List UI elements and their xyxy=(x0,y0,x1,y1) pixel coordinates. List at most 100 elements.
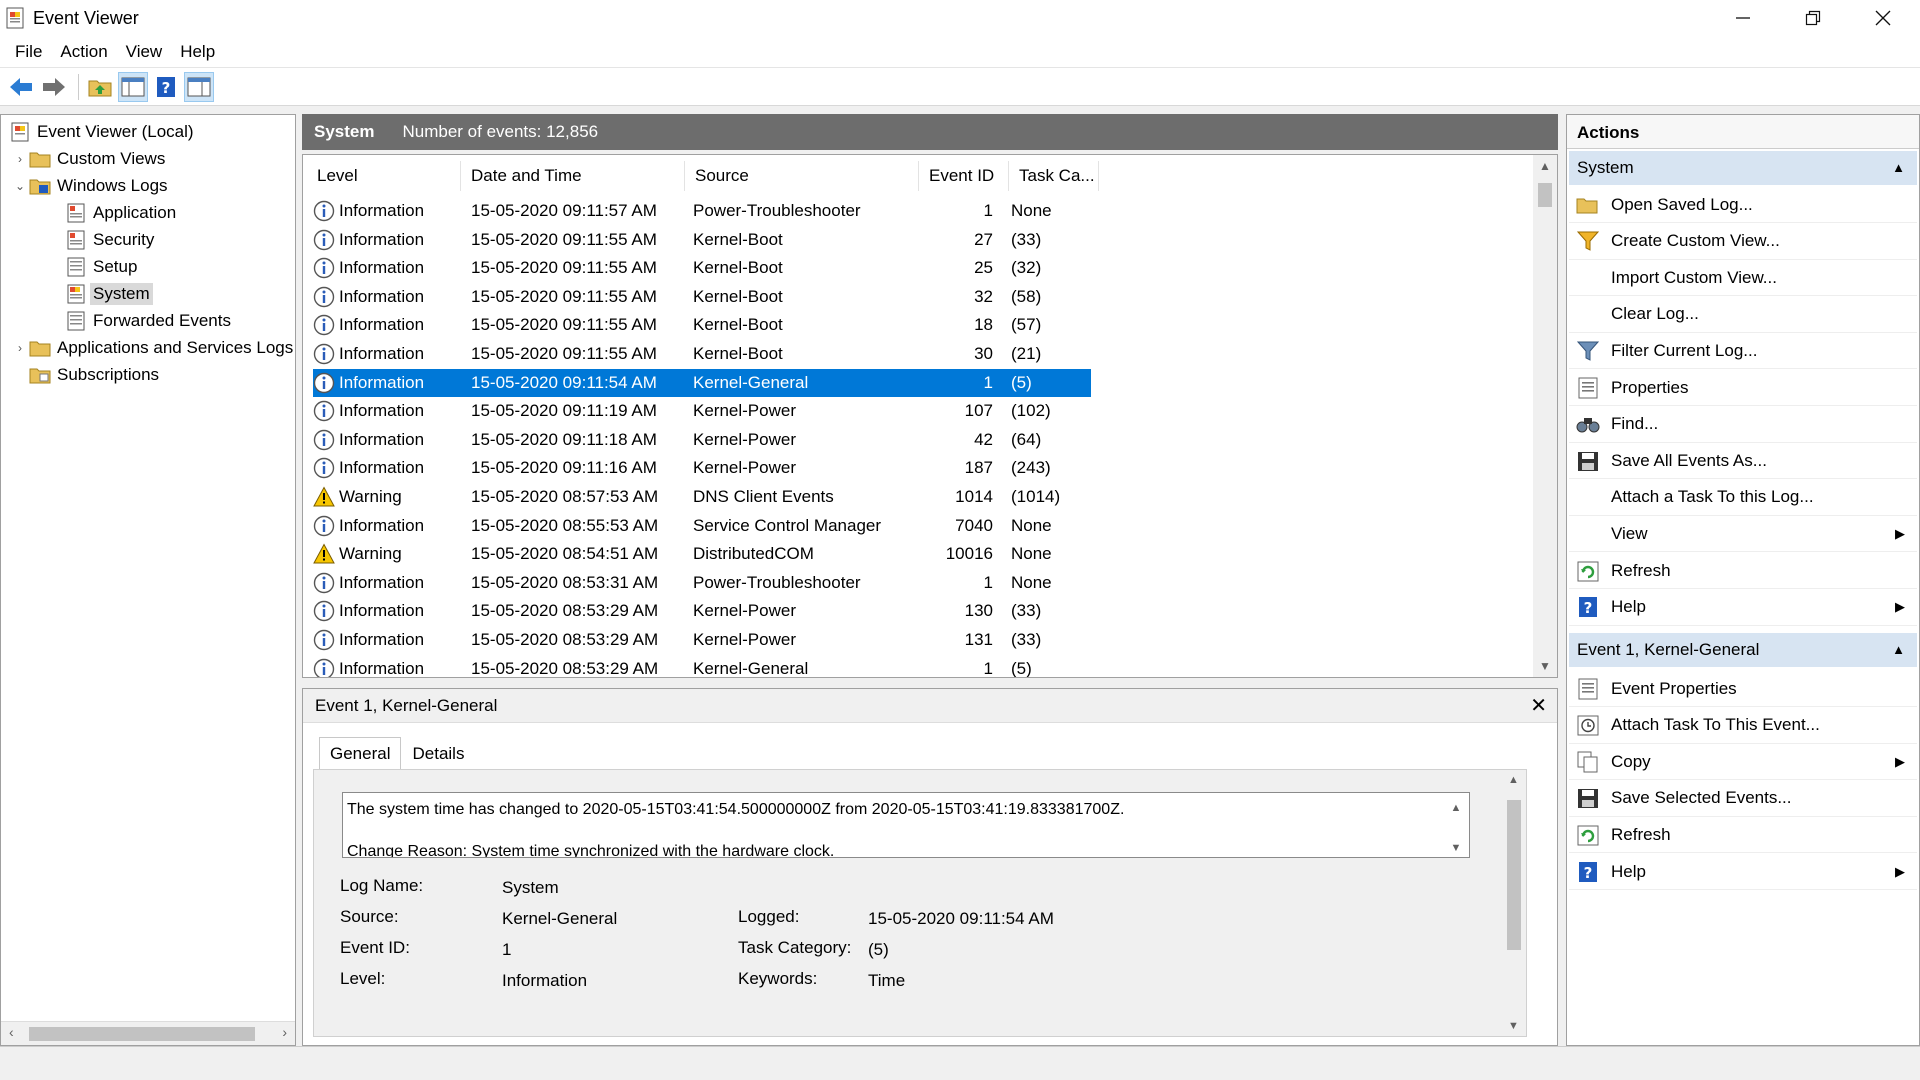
event-message-box[interactable]: The system time has changed to 2020-05-1… xyxy=(342,792,1470,858)
attach-task-to-log-item[interactable]: Attach a Task To this Log... xyxy=(1569,480,1917,516)
table-row[interactable]: Information 15-05-2020 08:53:29 AM Kernel-… xyxy=(313,597,1091,625)
actions-title: Actions xyxy=(1567,115,1919,149)
save-selected-events-item[interactable]: Save Selected Events... xyxy=(1569,781,1917,817)
tab-details[interactable]: Details xyxy=(401,737,475,769)
menu-view[interactable]: View xyxy=(117,36,172,68)
cell-source: Kernel-Power xyxy=(693,401,796,421)
table-row[interactable]: Information 15-05-2020 09:11:55 AM Kernel-… xyxy=(313,226,1091,254)
cell-source: Kernel-Boot xyxy=(693,286,783,306)
tree-node-custom-views[interactable]: › Custom Views xyxy=(11,146,165,172)
column-header-level[interactable]: Level xyxy=(307,161,461,191)
tree-node-security[interactable]: Security xyxy=(65,227,154,253)
tree-node-applications-services-logs[interactable]: › Applications and Services Logs xyxy=(11,335,293,361)
table-row[interactable]: Information 15-05-2020 08:55:53 AM Service… xyxy=(313,512,1091,540)
properties-item[interactable]: Properties xyxy=(1569,370,1917,406)
up-folder-button[interactable] xyxy=(85,72,115,102)
scroll-down-icon[interactable]: ▼ xyxy=(1533,659,1557,673)
tree-node-system[interactable]: System xyxy=(65,281,153,307)
menu-help[interactable]: Help xyxy=(171,36,224,68)
detail-close-icon[interactable]: ✕ xyxy=(1530,693,1547,718)
actions-section-system[interactable]: System ▲ xyxy=(1569,151,1917,185)
scroll-left-icon[interactable]: ‹ xyxy=(9,1024,14,1040)
tree-node-forwarded-events[interactable]: Forwarded Events xyxy=(65,308,231,334)
actions-section-event[interactable]: Event 1, Kernel-General ▲ xyxy=(1569,633,1917,667)
table-row[interactable]: Information 15-05-2020 09:11:16 AM Kernel-… xyxy=(313,454,1091,482)
copy-item[interactable]: Copy ▶ xyxy=(1569,744,1917,781)
tree-node-setup[interactable]: Setup xyxy=(65,254,137,280)
table-row[interactable]: Information 15-05-2020 09:11:18 AM Kernel-… xyxy=(313,426,1091,454)
cell-date: 15-05-2020 09:11:19 AM xyxy=(471,401,657,421)
scroll-up-icon[interactable]: ▲ xyxy=(1508,774,1519,786)
scrollbar-thumb[interactable] xyxy=(1507,800,1521,950)
back-button[interactable] xyxy=(6,72,36,102)
show-hide-tree-button[interactable] xyxy=(118,71,148,102)
table-row[interactable]: Information 15-05-2020 09:11:55 AM Kernel-… xyxy=(313,283,1091,311)
cell-event-id: 7040 xyxy=(955,515,993,535)
close-button[interactable] xyxy=(1848,0,1918,36)
help-item[interactable]: ? Help ▶ xyxy=(1569,854,1917,890)
create-custom-view-item[interactable]: Create Custom View... xyxy=(1569,224,1917,260)
column-header-date[interactable]: Date and Time xyxy=(461,161,685,191)
tree-node-windows-logs[interactable]: ⌄ Windows Logs xyxy=(11,173,168,199)
detail-scrollbar[interactable]: ▲ ▼ xyxy=(1502,770,1526,1036)
table-row[interactable]: Warning 15-05-2020 08:57:53 AM DNS Client … xyxy=(313,483,1091,511)
scroll-down-icon[interactable]: ▼ xyxy=(1449,837,1463,857)
folder-up-icon xyxy=(88,80,112,96)
table-row[interactable]: Warning 15-05-2020 08:54:51 AM Distributed… xyxy=(313,540,1091,568)
cell-task-category: None xyxy=(1011,201,1052,220)
table-row[interactable]: Information 15-05-2020 08:53:29 AM Kernel-… xyxy=(313,626,1091,654)
table-row[interactable]: Information 15-05-2020 09:11:55 AM Kernel-… xyxy=(313,254,1091,282)
table-row[interactable]: Information 15-05-2020 09:11:55 AM Kernel-… xyxy=(313,311,1091,339)
attach-task-to-event-item[interactable]: Attach Task To This Event... xyxy=(1569,708,1917,744)
expand-chevron-icon[interactable]: › xyxy=(11,341,29,355)
column-header-event-id[interactable]: Event ID xyxy=(919,161,1009,191)
filter-current-log-item[interactable]: Filter Current Log... xyxy=(1569,333,1917,370)
find-item[interactable]: Find... xyxy=(1569,407,1917,443)
cell-source: Kernel-Power xyxy=(693,601,796,621)
refresh-icon xyxy=(1577,561,1599,581)
menu-file[interactable]: File xyxy=(6,36,51,68)
collapse-caret-icon[interactable]: ▲ xyxy=(1892,151,1905,185)
scroll-up-icon[interactable]: ▲ xyxy=(1449,797,1463,819)
minimize-button[interactable] xyxy=(1708,0,1778,36)
restore-button[interactable] xyxy=(1778,0,1848,36)
table-row[interactable]: Information 15-05-2020 09:11:54 AM Kernel-… xyxy=(313,368,1091,397)
tree-horizontal-scrollbar[interactable]: ‹ › xyxy=(1,1021,295,1045)
save-all-events-item[interactable]: Save All Events As... xyxy=(1569,443,1917,480)
table-row[interactable]: Information 15-05-2020 09:11:55 AM Kernel-… xyxy=(313,340,1091,368)
table-row[interactable]: Information 15-05-2020 09:11:57 AM Power-T… xyxy=(313,197,1091,225)
help-item[interactable]: ? Help ▶ xyxy=(1569,590,1917,626)
table-row[interactable]: Information 15-05-2020 08:53:29 AM Kernel-… xyxy=(313,655,1091,677)
collapse-caret-icon[interactable]: ▲ xyxy=(1892,633,1905,667)
scroll-right-icon[interactable]: › xyxy=(282,1024,287,1040)
clear-log-item[interactable]: Clear Log... xyxy=(1569,297,1917,333)
collapse-chevron-icon[interactable]: ⌄ xyxy=(11,179,29,193)
import-custom-view-item[interactable]: Import Custom View... xyxy=(1569,260,1917,297)
tab-general[interactable]: General xyxy=(319,737,402,769)
refresh-item[interactable]: Refresh xyxy=(1569,817,1917,854)
column-header-task-category[interactable]: Task Ca... xyxy=(1009,161,1099,191)
view-item[interactable]: View ▶ xyxy=(1569,516,1917,553)
scrollbar-thumb[interactable] xyxy=(29,1027,255,1041)
table-row[interactable]: Information 15-05-2020 08:53:31 AM Power-T… xyxy=(313,569,1091,597)
help-toolbar-button[interactable]: ? xyxy=(151,72,181,102)
cell-level: Information xyxy=(313,600,459,622)
tree-node-event-viewer-local[interactable]: Event Viewer (Local) xyxy=(9,119,194,145)
event-properties-item[interactable]: Event Properties xyxy=(1569,671,1917,707)
tree-label: Windows Logs xyxy=(57,176,168,195)
expand-chevron-icon[interactable]: › xyxy=(11,152,29,166)
tree-node-subscriptions[interactable]: Subscriptions xyxy=(29,362,159,388)
table-row[interactable]: Information 15-05-2020 09:11:19 AM Kernel-… xyxy=(313,397,1091,425)
scrollbar-thumb[interactable] xyxy=(1538,183,1552,207)
scroll-up-icon[interactable]: ▲ xyxy=(1533,159,1557,173)
show-hide-action-pane-button[interactable] xyxy=(184,71,214,102)
open-saved-log-item[interactable]: Open Saved Log... xyxy=(1569,187,1917,223)
event-list-scrollbar[interactable]: ▲ ▼ xyxy=(1533,155,1557,677)
column-header-source[interactable]: Source xyxy=(685,161,919,191)
menu-action[interactable]: Action xyxy=(51,36,116,68)
level-text: Warning xyxy=(339,544,402,564)
scroll-down-icon[interactable]: ▼ xyxy=(1508,1020,1519,1032)
tree-node-application[interactable]: Application xyxy=(65,200,176,226)
refresh-item[interactable]: Refresh xyxy=(1569,553,1917,589)
forward-button[interactable] xyxy=(39,72,69,102)
